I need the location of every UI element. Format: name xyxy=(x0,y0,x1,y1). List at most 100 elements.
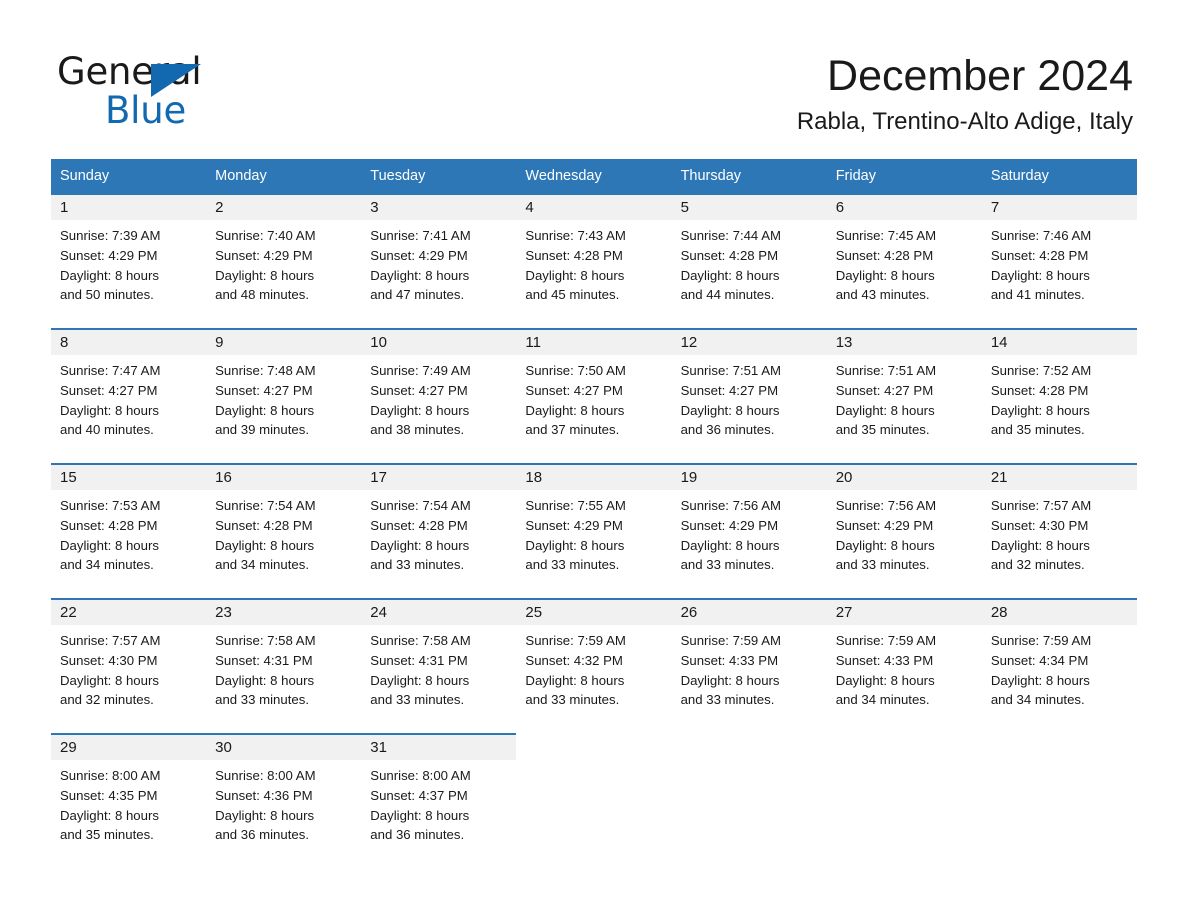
day-number: 22 xyxy=(51,600,207,625)
day-sun-info: Sunrise: 7:58 AM Sunset: 4:31 PM Dayligh… xyxy=(370,633,471,708)
day-number: 25 xyxy=(516,600,672,625)
day-cell[interactable]: 27 Sunrise: 7:59 AM Sunset: 4:33 PM Dayl… xyxy=(826,598,982,726)
day-sun-info: Sunrise: 7:57 AM Sunset: 4:30 PM Dayligh… xyxy=(60,633,161,708)
day-number: 9 xyxy=(206,330,362,355)
day-sun-info: Sunrise: 7:44 AM Sunset: 4:28 PM Dayligh… xyxy=(680,228,781,303)
day-cell[interactable]: 1 Sunrise: 7:39 AM Sunset: 4:29 PM Dayli… xyxy=(51,193,207,321)
day-cell[interactable]: 16 Sunrise: 7:54 AM Sunset: 4:28 PM Dayl… xyxy=(206,463,362,591)
day-sun-info: Sunrise: 8:00 AM Sunset: 4:37 PM Dayligh… xyxy=(370,768,471,843)
week-spacer xyxy=(51,321,1137,328)
day-cell-empty xyxy=(516,733,672,861)
day-cell[interactable]: 11 Sunrise: 7:50 AM Sunset: 4:27 PM Dayl… xyxy=(516,328,672,456)
day-cell[interactable]: 21 Sunrise: 7:57 AM Sunset: 4:30 PM Dayl… xyxy=(981,463,1137,591)
day-cell[interactable]: 3 Sunrise: 7:41 AM Sunset: 4:29 PM Dayli… xyxy=(361,193,517,321)
day-sun-info xyxy=(672,760,827,766)
day-cell[interactable]: 29 Sunrise: 8:00 AM Sunset: 4:35 PM Dayl… xyxy=(51,733,207,861)
calendar-week-row: 1 Sunrise: 7:39 AM Sunset: 4:29 PM Dayli… xyxy=(51,193,1137,321)
day-cell[interactable]: 8 Sunrise: 7:47 AM Sunset: 4:27 PM Dayli… xyxy=(51,328,207,456)
day-sun-info: Sunrise: 8:00 AM Sunset: 4:35 PM Dayligh… xyxy=(60,768,161,843)
day-number: 12 xyxy=(671,330,827,355)
day-cell[interactable]: 26 Sunrise: 7:59 AM Sunset: 4:33 PM Dayl… xyxy=(671,598,827,726)
day-cell[interactable]: 20 Sunrise: 7:56 AM Sunset: 4:29 PM Dayl… xyxy=(826,463,982,591)
day-sun-info xyxy=(982,760,1137,766)
day-sun-info: Sunrise: 7:40 AM Sunset: 4:29 PM Dayligh… xyxy=(215,228,316,303)
day-cell[interactable]: 25 Sunrise: 7:59 AM Sunset: 4:32 PM Dayl… xyxy=(516,598,672,726)
day-sun-info: Sunrise: 7:54 AM Sunset: 4:28 PM Dayligh… xyxy=(215,498,316,573)
weekday-header-sunday: Sunday xyxy=(51,159,207,193)
day-number: 15 xyxy=(51,465,207,490)
day-sun-info: Sunrise: 7:49 AM Sunset: 4:27 PM Dayligh… xyxy=(370,363,471,438)
day-cell[interactable]: 4 Sunrise: 7:43 AM Sunset: 4:28 PM Dayli… xyxy=(516,193,672,321)
day-sun-info: Sunrise: 7:43 AM Sunset: 4:28 PM Dayligh… xyxy=(525,228,626,303)
day-number: 14 xyxy=(981,330,1137,355)
day-number: 17 xyxy=(361,465,517,490)
day-cell[interactable]: 28 Sunrise: 7:59 AM Sunset: 4:34 PM Dayl… xyxy=(981,598,1137,726)
day-number: 3 xyxy=(361,195,517,220)
day-number: 1 xyxy=(51,195,207,220)
weekday-header-thursday: Thursday xyxy=(671,159,827,193)
day-number: 7 xyxy=(981,195,1137,220)
day-cell[interactable]: 22 Sunrise: 7:57 AM Sunset: 4:30 PM Dayl… xyxy=(51,598,207,726)
day-cell[interactable]: 31 Sunrise: 8:00 AM Sunset: 4:37 PM Dayl… xyxy=(361,733,517,861)
day-number: 27 xyxy=(826,600,982,625)
day-number: 4 xyxy=(516,195,672,220)
day-cell[interactable]: 24 Sunrise: 7:58 AM Sunset: 4:31 PM Dayl… xyxy=(361,598,517,726)
day-sun-info: Sunrise: 7:46 AM Sunset: 4:28 PM Dayligh… xyxy=(990,228,1092,303)
day-number: 18 xyxy=(516,465,672,490)
week-spacer xyxy=(51,726,1137,733)
day-cell[interactable]: 30 Sunrise: 8:00 AM Sunset: 4:36 PM Dayl… xyxy=(206,733,362,861)
day-sun-info: Sunrise: 8:00 AM Sunset: 4:36 PM Dayligh… xyxy=(215,768,316,843)
day-number: 20 xyxy=(826,465,982,490)
day-cell[interactable]: 23 Sunrise: 7:58 AM Sunset: 4:31 PM Dayl… xyxy=(206,598,362,726)
day-sun-info: Sunrise: 7:59 AM Sunset: 4:34 PM Dayligh… xyxy=(990,633,1092,708)
day-sun-info: Sunrise: 7:54 AM Sunset: 4:28 PM Dayligh… xyxy=(370,498,471,573)
day-cell[interactable]: 12 Sunrise: 7:51 AM Sunset: 4:27 PM Dayl… xyxy=(671,328,827,456)
day-sun-info: Sunrise: 7:39 AM Sunset: 4:29 PM Dayligh… xyxy=(60,228,161,303)
day-cell[interactable]: 7 Sunrise: 7:46 AM Sunset: 4:28 PM Dayli… xyxy=(981,193,1137,321)
general-blue-logo: General Blue xyxy=(57,52,357,134)
calendar-page: General Blue December 2024 Rabla, Trenti… xyxy=(0,0,1188,918)
day-cell[interactable]: 13 Sunrise: 7:51 AM Sunset: 4:27 PM Dayl… xyxy=(826,328,982,456)
day-cell[interactable]: 6 Sunrise: 7:45 AM Sunset: 4:28 PM Dayli… xyxy=(826,193,982,321)
day-sun-info: Sunrise: 7:50 AM Sunset: 4:27 PM Dayligh… xyxy=(525,363,626,438)
weekday-header-friday: Friday xyxy=(826,159,982,193)
day-sun-info: Sunrise: 7:48 AM Sunset: 4:27 PM Dayligh… xyxy=(215,363,316,438)
day-sun-info: Sunrise: 7:51 AM Sunset: 4:27 PM Dayligh… xyxy=(680,363,781,438)
calendar-week-row: 22 Sunrise: 7:57 AM Sunset: 4:30 PM Dayl… xyxy=(51,598,1137,726)
day-sun-info: Sunrise: 7:41 AM Sunset: 4:29 PM Dayligh… xyxy=(370,228,471,303)
day-sun-info: Sunrise: 7:57 AM Sunset: 4:30 PM Dayligh… xyxy=(990,498,1092,573)
day-cell[interactable]: 2 Sunrise: 7:40 AM Sunset: 4:29 PM Dayli… xyxy=(206,193,362,321)
day-number: 6 xyxy=(826,195,982,220)
day-sun-info: Sunrise: 7:59 AM Sunset: 4:32 PM Dayligh… xyxy=(525,633,626,708)
day-sun-info: Sunrise: 7:47 AM Sunset: 4:27 PM Dayligh… xyxy=(60,363,161,438)
day-sun-info: Sunrise: 7:55 AM Sunset: 4:29 PM Dayligh… xyxy=(525,498,626,573)
calendar-week-row: 15 Sunrise: 7:53 AM Sunset: 4:28 PM Dayl… xyxy=(51,463,1137,591)
day-cell[interactable]: 10 Sunrise: 7:49 AM Sunset: 4:27 PM Dayl… xyxy=(361,328,517,456)
day-cell[interactable]: 9 Sunrise: 7:48 AM Sunset: 4:27 PM Dayli… xyxy=(206,328,362,456)
calendar-week-row: 29 Sunrise: 8:00 AM Sunset: 4:35 PM Dayl… xyxy=(51,733,1137,861)
day-number: 10 xyxy=(361,330,517,355)
page-title: December 2024 xyxy=(827,52,1133,100)
day-sun-info: Sunrise: 7:56 AM Sunset: 4:29 PM Dayligh… xyxy=(680,498,781,573)
day-number: 23 xyxy=(206,600,362,625)
weekday-header-saturday: Saturday xyxy=(981,159,1137,193)
weekday-header-wednesday: Wednesday xyxy=(516,159,672,193)
day-cell[interactable]: 19 Sunrise: 7:56 AM Sunset: 4:29 PM Dayl… xyxy=(671,463,827,591)
weekday-header-tuesday: Tuesday xyxy=(361,159,517,193)
day-cell[interactable]: 18 Sunrise: 7:55 AM Sunset: 4:29 PM Dayl… xyxy=(516,463,672,591)
title-block: December 2024 Rabla, Trentino-Alto Adige… xyxy=(797,50,1133,138)
day-number xyxy=(827,735,982,760)
day-cell[interactable]: 5 Sunrise: 7:44 AM Sunset: 4:28 PM Dayli… xyxy=(671,193,827,321)
day-number: 11 xyxy=(516,330,672,355)
day-cell[interactable]: 14 Sunrise: 7:52 AM Sunset: 4:28 PM Dayl… xyxy=(981,328,1137,456)
day-cell-empty xyxy=(826,733,982,861)
day-number: 31 xyxy=(361,735,517,760)
day-number: 2 xyxy=(206,195,362,220)
day-cell[interactable]: 17 Sunrise: 7:54 AM Sunset: 4:28 PM Dayl… xyxy=(361,463,517,591)
day-number: 5 xyxy=(671,195,827,220)
calendar-week-row: 8 Sunrise: 7:47 AM Sunset: 4:27 PM Dayli… xyxy=(51,328,1137,456)
day-number: 28 xyxy=(981,600,1137,625)
day-number: 26 xyxy=(671,600,827,625)
day-cell[interactable]: 15 Sunrise: 7:53 AM Sunset: 4:28 PM Dayl… xyxy=(51,463,207,591)
day-number: 24 xyxy=(361,600,517,625)
